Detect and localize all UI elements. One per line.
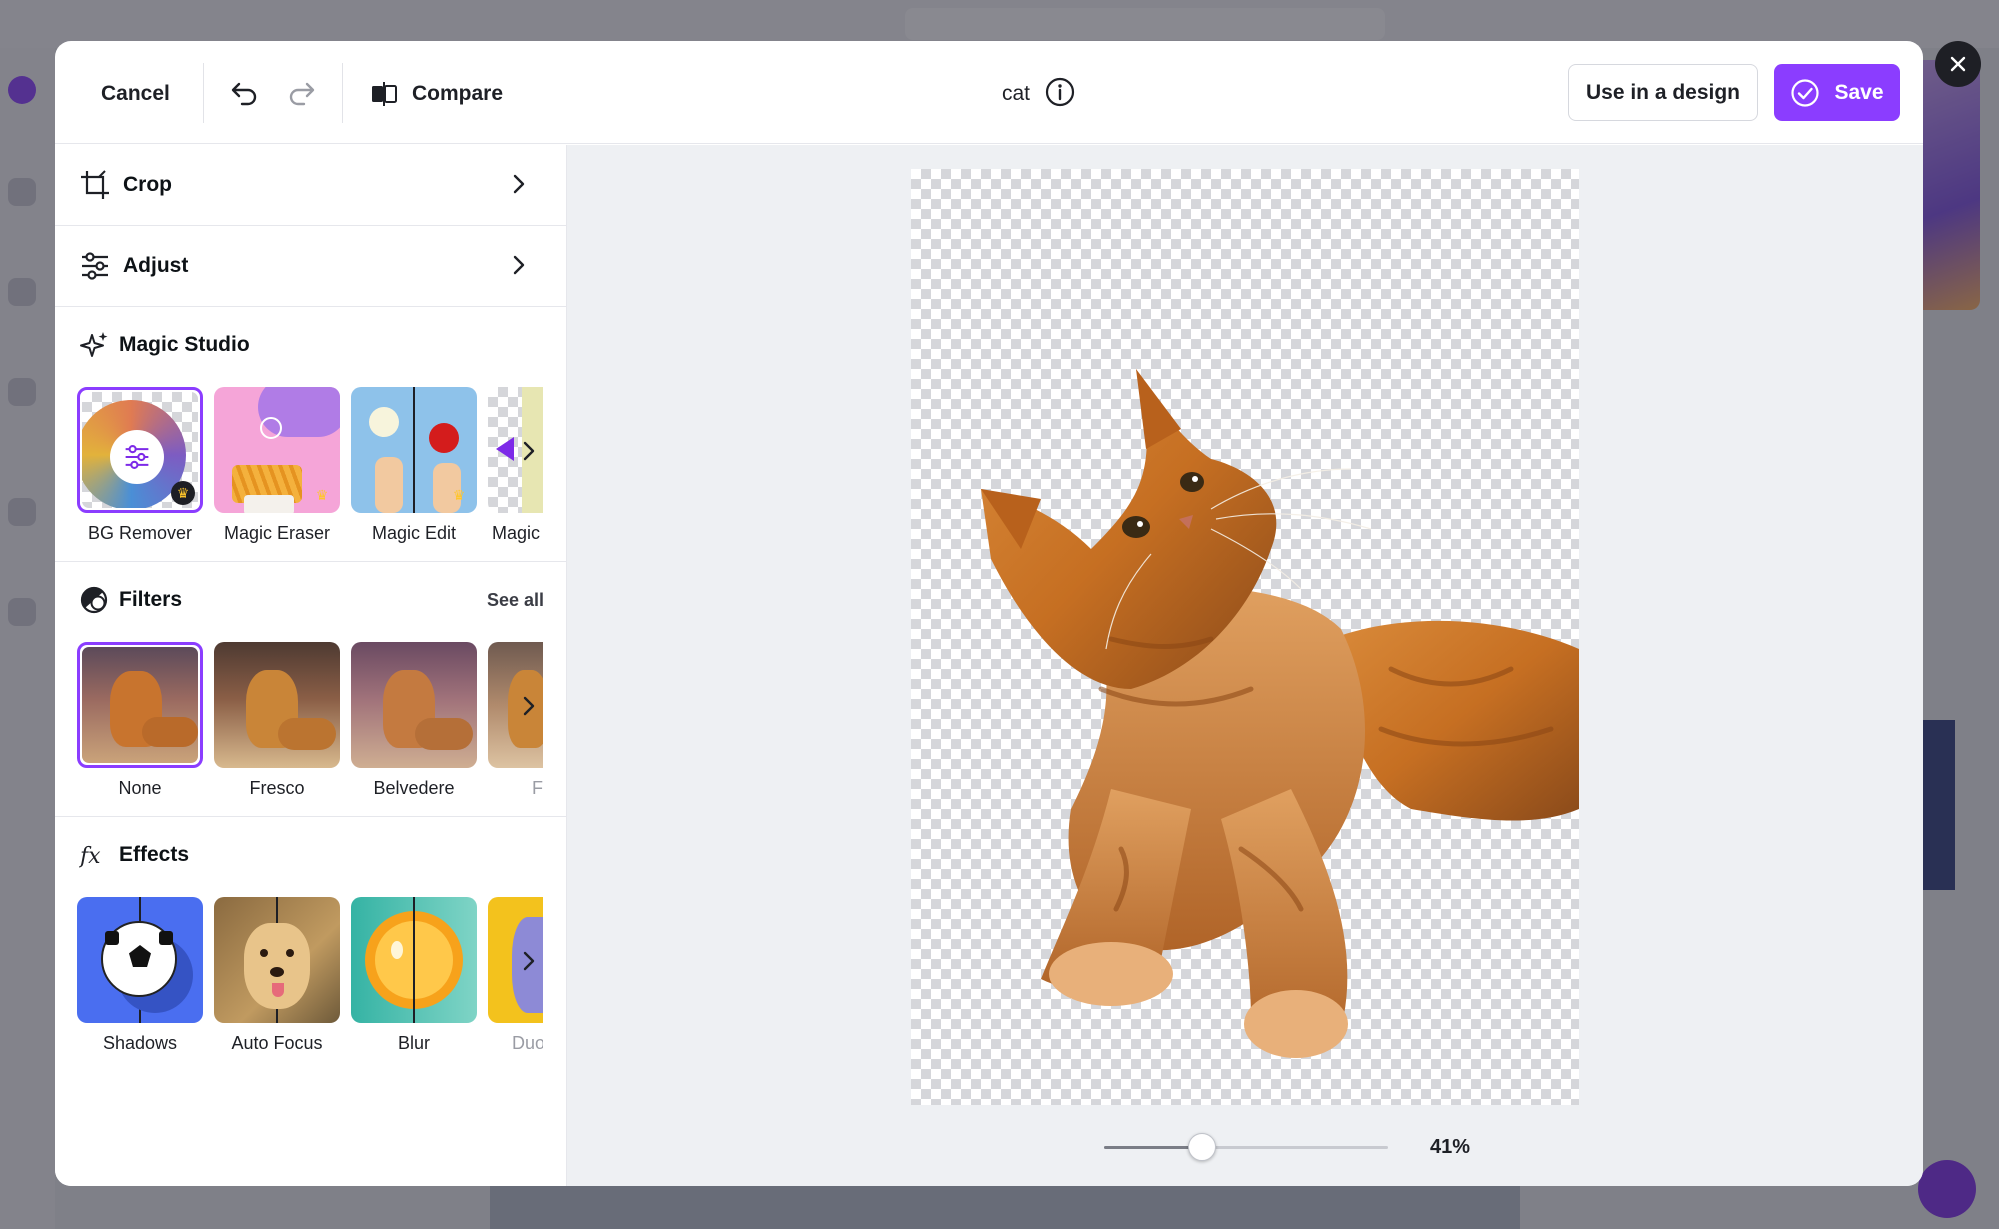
adjust-label: Adjust xyxy=(123,254,189,277)
effects-next-button[interactable] xyxy=(511,941,543,981)
bg-remover-thumbnail: ♛ xyxy=(77,387,203,513)
effect-shadows[interactable]: Shadows xyxy=(77,897,203,1054)
bg-remover-tool[interactable]: ♛ BG Remover xyxy=(77,387,203,544)
effect-shadows-label: Shadows xyxy=(102,1033,178,1053)
magic-studio-strip: ♛ BG Remover ♛ Magic Eraser ♛ Magic Edit… xyxy=(77,387,543,557)
filter-belvedere-thumbnail xyxy=(351,642,477,768)
filter-fresco[interactable]: Fresco xyxy=(214,642,340,799)
effect-auto-focus-thumbnail xyxy=(214,897,340,1023)
zoom-handle[interactable] xyxy=(1187,1133,1216,1161)
effects-section: fx Effects Shadows Auto Focus Blur Duo xyxy=(55,817,566,1072)
sliders-icon xyxy=(125,445,149,469)
save-button[interactable]: Save xyxy=(1774,64,1900,121)
check-circle-icon xyxy=(1791,78,1820,107)
effect-blur-thumbnail xyxy=(351,897,477,1023)
chevron-right-icon xyxy=(523,696,535,716)
filters-icon xyxy=(80,586,108,614)
chevron-right-icon xyxy=(513,174,525,194)
effect-auto-focus-label: Auto Focus xyxy=(231,1033,323,1053)
zoom-slider[interactable] xyxy=(1104,1132,1404,1162)
close-button[interactable] xyxy=(1935,41,1981,87)
redo-icon xyxy=(289,82,315,106)
toolbar-divider xyxy=(203,63,204,123)
compare-icon xyxy=(372,82,397,106)
effect-blur[interactable]: Blur xyxy=(351,897,477,1054)
filter-partial-label: F xyxy=(532,778,543,798)
filter-belvedere[interactable]: Belvedere xyxy=(351,642,477,799)
effects-title: Effects xyxy=(119,843,190,866)
magic-studio-next-button[interactable] xyxy=(511,431,543,471)
magic-studio-heading: Magic Studio xyxy=(79,329,250,361)
undo-icon xyxy=(231,82,257,106)
editor-toolbar: Cancel Compare cat Use in a design Save xyxy=(55,41,1923,144)
effect-auto-focus[interactable]: Auto Focus xyxy=(214,897,340,1054)
magic-eraser-label: Magic Eraser xyxy=(223,523,331,543)
filter-none-label: None xyxy=(118,778,162,798)
chevron-right-icon xyxy=(523,441,535,461)
magic-eraser-tool[interactable]: ♛ Magic Eraser xyxy=(214,387,340,544)
effect-blur-label: Blur xyxy=(397,1033,430,1053)
edit-panel: Crop Adjust Magic Studio ♛ BG Remover ♛ … xyxy=(55,145,567,1186)
filters-heading: Filters xyxy=(79,584,182,616)
undo-button[interactable] xyxy=(225,73,265,113)
canvas-area: 41% xyxy=(567,145,1923,1186)
crop-icon xyxy=(81,170,109,199)
save-label: Save xyxy=(1834,80,1884,104)
filters-see-all-link[interactable]: See all xyxy=(487,590,544,611)
crown-icon: ♛ xyxy=(171,481,195,505)
chevron-right-icon xyxy=(513,255,525,275)
magic-studio-title: Magic Studio xyxy=(119,333,250,356)
filters-next-button[interactable] xyxy=(511,686,543,726)
effect-duo-label: Duo xyxy=(512,1033,543,1053)
magic-eraser-thumbnail: ♛ xyxy=(214,387,340,513)
svg-text:fx: fx xyxy=(79,844,101,869)
magic-edit-label: Magic Edit xyxy=(371,523,457,543)
adjust-row[interactable]: Adjust xyxy=(55,226,566,307)
filter-belvedere-label: Belvedere xyxy=(373,778,455,798)
cancel-button[interactable]: Cancel xyxy=(101,74,170,114)
toolbar-divider xyxy=(342,63,343,123)
crop-row[interactable]: Crop xyxy=(55,145,566,226)
crown-icon: ♛ xyxy=(315,486,329,503)
bg-remover-label: BG Remover xyxy=(87,523,193,543)
image-preview[interactable] xyxy=(911,169,1579,1105)
filter-none[interactable]: None xyxy=(77,642,203,799)
filters-section: Filters See all None Fresco Belvedere F xyxy=(55,562,566,817)
close-icon xyxy=(1950,56,1966,72)
effects-strip: Shadows Auto Focus Blur Duo xyxy=(77,897,543,1067)
use-in-design-button[interactable]: Use in a design xyxy=(1568,64,1758,121)
filter-none-thumbnail xyxy=(77,642,203,768)
crop-label: Crop xyxy=(123,173,172,196)
sparkle-icon xyxy=(80,332,108,357)
filter-fresco-thumbnail xyxy=(214,642,340,768)
filter-fresco-label: Fresco xyxy=(249,778,305,798)
crown-icon: ♛ xyxy=(452,486,466,503)
fx-icon: fx xyxy=(79,844,101,869)
filters-strip: None Fresco Belvedere F xyxy=(77,642,543,812)
cat-cutout-image xyxy=(981,369,1579,1058)
image-title-area: cat xyxy=(1002,74,1076,114)
chevron-right-icon xyxy=(523,951,535,971)
info-button[interactable] xyxy=(1044,76,1076,113)
sliders-icon xyxy=(82,252,108,280)
magic-edit-tool[interactable]: ♛ Magic Edit xyxy=(351,387,477,544)
magic-label: Magic xyxy=(492,523,541,543)
magic-edit-thumbnail: ♛ xyxy=(351,387,477,513)
image-title: cat xyxy=(1002,82,1031,105)
compare-button[interactable]: Compare xyxy=(370,74,503,114)
zoom-percentage: 41% xyxy=(1430,1136,1471,1158)
photo-editor-modal: Cancel Compare cat Use in a design Save xyxy=(55,41,1923,1186)
compare-label: Compare xyxy=(412,82,504,105)
redo-button[interactable] xyxy=(281,73,321,113)
filters-title: Filters xyxy=(119,588,183,611)
magic-studio-section: Magic Studio ♛ BG Remover ♛ Magic Eraser… xyxy=(55,307,566,562)
info-icon xyxy=(1045,77,1075,106)
effects-heading: fx Effects xyxy=(79,839,189,871)
effect-shadows-thumbnail xyxy=(77,897,203,1023)
